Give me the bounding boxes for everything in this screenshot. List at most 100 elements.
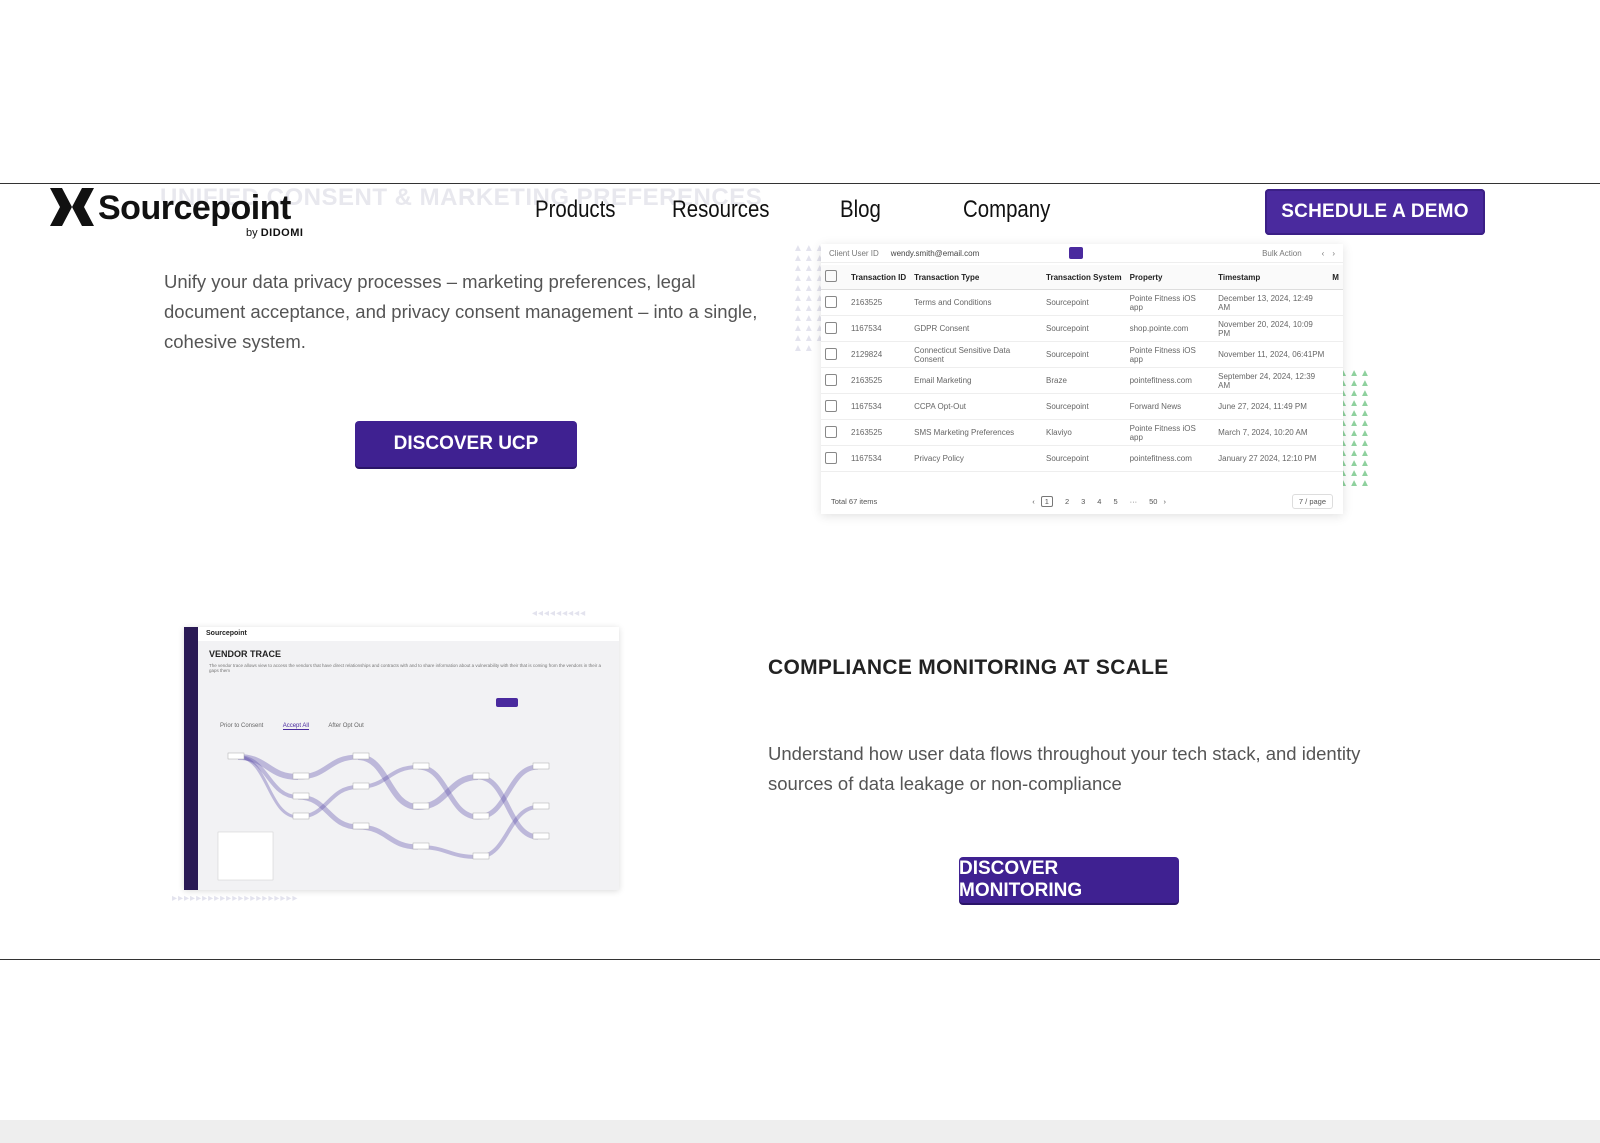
row-checkbox[interactable] [825, 347, 837, 360]
tab-accept-all[interactable]: Accept All [282, 723, 310, 730]
table-row[interactable]: 2163525 Terms and Conditions Sourcepoint Po… [821, 289, 1343, 316]
col-property[interactable]: Property [1125, 265, 1215, 290]
vendor-trace-screenshot: ◂◂◂◂◂◂◂◂◂ ▸▸▸▸▸▸▸▸▸▸▸▸▸▸▸▸▸▸▸▸▸ Sourcepo… [172, 609, 642, 914]
table-cell: Pointe Fitness iOS app [1125, 289, 1215, 316]
bottom-strip [0, 1120, 1600, 1143]
total-items: Total 67 items [831, 496, 878, 506]
table-cell: pointefitness.com [1125, 367, 1215, 394]
bulk-action[interactable]: Bulk Action [1262, 249, 1302, 258]
table-cell: March 7, 2024, 10:20 AM [1214, 419, 1329, 446]
table-cell: 2163525 [847, 419, 911, 446]
table-cell: Sourcepoint [1042, 315, 1126, 342]
table-cell: November 20, 2024, 10:09 PM [1214, 315, 1329, 342]
row-checkbox[interactable] [825, 373, 837, 386]
tab-prior-to-consent[interactable]: Prior to Consent [220, 723, 263, 729]
table-toolbar: Client User ID wendy.smith@email.com Bul… [821, 244, 1343, 263]
page-2[interactable]: 2 [1065, 497, 1069, 506]
sourcepoint-mark-icon [50, 188, 94, 226]
col-more: M [1328, 265, 1343, 290]
table-cell: November 11, 2024, 06:41PM [1214, 341, 1329, 368]
table-cell: CCPA Opt-Out [910, 393, 1043, 420]
vendor-trace-panel: Sourcepoint VENDOR TRACE The vendor trac… [184, 627, 619, 890]
sourcepoint-logo[interactable]: Sourcepoint by DIDOMI [50, 188, 320, 242]
table-cell: Sourcepoint [1042, 341, 1126, 368]
row-checkbox[interactable] [825, 295, 837, 308]
table-cell: Sourcepoint [1042, 393, 1126, 420]
table-cell-more [1328, 367, 1343, 394]
table-cell: 2163525 [847, 289, 911, 316]
page-size-select[interactable]: 7 / page [1291, 493, 1333, 509]
schedule-demo-button[interactable]: SCHEDULE A DEMO [1265, 189, 1485, 235]
tab-after-opt-out[interactable]: After Opt Out [328, 723, 363, 729]
table-cell: Sourcepoint [1042, 445, 1126, 472]
table-cell: June 27, 2024, 11:49 PM [1214, 393, 1329, 420]
col-timestamp[interactable]: Timestamp [1214, 265, 1329, 290]
nav-products[interactable]: Products [535, 196, 616, 224]
page-1[interactable]: 1 [1040, 495, 1053, 507]
table-cell: 2163525 [847, 367, 911, 394]
table-cell: pointefitness.com [1125, 445, 1215, 472]
table-grid: Transaction ID Transaction Type Transact… [821, 265, 1343, 472]
table-cell: Sourcepoint [1042, 289, 1126, 316]
table-row[interactable]: 2163525 Email Marketing Braze pointefitness… [821, 367, 1343, 394]
table-footer: Total 67 items ‹ 1 2 3 4 5 ··· 50 › 7 / … [821, 488, 1343, 514]
discover-ucp-button[interactable]: DISCOVER UCP [355, 421, 577, 467]
vendor-trace-description: The vendor trace allows view to access t… [209, 663, 601, 673]
row-checkbox[interactable] [825, 399, 837, 412]
table-cell: Privacy Policy [910, 445, 1043, 472]
ucp-description: Unify your data privacy processes – mark… [164, 271, 758, 352]
chevron-right-icon[interactable]: › [1332, 249, 1335, 258]
table-cell: 1167534 [847, 393, 911, 420]
table-cell: shop.pointe.com [1125, 315, 1215, 342]
row-checkbox[interactable] [825, 321, 837, 334]
col-transaction-type[interactable]: Transaction Type [910, 265, 1043, 290]
table-cell: Pointe Fitness iOS app [1125, 341, 1215, 368]
transactions-table-screenshot: ▲▲▲ ▲▲▲ ▲▲▲ ▲▲▲ ▲▲▲ ▲▲▲ ▲▲▲ ▲▲▲ ▲▲▲ ▲▲▲ … [793, 244, 1373, 579]
vendor-trace-tabs: Prior to Consent Accept All After Opt Ou… [220, 723, 382, 730]
table-cell: Connecticut Sensitive Data Consent [910, 341, 1043, 368]
page-5[interactable]: 5 [1113, 497, 1117, 506]
filter-value[interactable]: wendy.smith@email.com [891, 249, 979, 258]
table-cell: December 13, 2024, 12:49 AM [1214, 289, 1329, 316]
monitoring-description: Understand how user data flows throughou… [768, 743, 1361, 794]
monitoring-heading: COMPLIANCE MONITORING AT SCALE [768, 656, 1169, 679]
app-topbar-logo: Sourcepoint [198, 627, 619, 641]
table-cell-more [1328, 315, 1343, 342]
table-row[interactable]: 1167534 GDPR Consent Sourcepoint shop.point… [821, 315, 1343, 342]
search-icon[interactable] [1068, 247, 1083, 259]
table-cell: 1167534 [847, 315, 911, 342]
table-cell-more [1328, 341, 1343, 368]
page-prev-icon[interactable]: ‹ [1032, 497, 1035, 506]
filter-label: Client User ID [829, 248, 879, 258]
table-cell: GDPR Consent [910, 315, 1043, 342]
sankey-flow-diagram [217, 752, 550, 881]
table-cell: Forward News [1125, 393, 1215, 420]
table-row[interactable]: 1167534 Privacy Policy Sourcepoint pointefi… [821, 445, 1343, 472]
table-row[interactable]: 1167534 CCPA Opt-Out Sourcepoint Forward Ne… [821, 393, 1343, 420]
table-cell: September 24, 2024, 12:39 AM [1214, 367, 1329, 394]
apply-button[interactable] [496, 698, 518, 707]
table-cell: 2129824 [847, 341, 911, 368]
discover-monitoring-button[interactable]: DISCOVER MONITORING [959, 857, 1179, 903]
page-next-icon[interactable]: › [1163, 497, 1166, 506]
nav-resources[interactable]: Resources [672, 196, 770, 224]
app-sidebar [184, 627, 198, 890]
table-row[interactable]: 2163525 SMS Marketing Preferences Klaviyo P… [821, 419, 1343, 446]
logo-wordmark: Sourcepoint [98, 189, 291, 227]
page-4[interactable]: 4 [1097, 497, 1101, 506]
select-all-checkbox[interactable] [825, 270, 837, 282]
nav-blog[interactable]: Blog [840, 196, 881, 224]
decor-triangles-top: ◂◂◂◂◂◂◂◂◂ [532, 608, 587, 619]
col-transaction-id[interactable]: Transaction ID [847, 265, 911, 290]
chevron-left-icon[interactable]: ‹ [1322, 249, 1325, 258]
row-checkbox[interactable] [825, 425, 837, 438]
page-ellipsis: ··· [1129, 496, 1138, 506]
page-3[interactable]: 3 [1081, 497, 1085, 506]
table-row[interactable]: 2129824 Connecticut Sensitive Data Consen… [821, 341, 1343, 368]
row-checkbox[interactable] [825, 451, 837, 464]
page-50[interactable]: 50 [1149, 497, 1157, 506]
table-cell: Pointe Fitness iOS app [1125, 419, 1215, 446]
col-transaction-system[interactable]: Transaction System [1042, 265, 1126, 290]
nav-company[interactable]: Company [963, 196, 1050, 224]
table-cell: SMS Marketing Preferences [910, 419, 1043, 446]
